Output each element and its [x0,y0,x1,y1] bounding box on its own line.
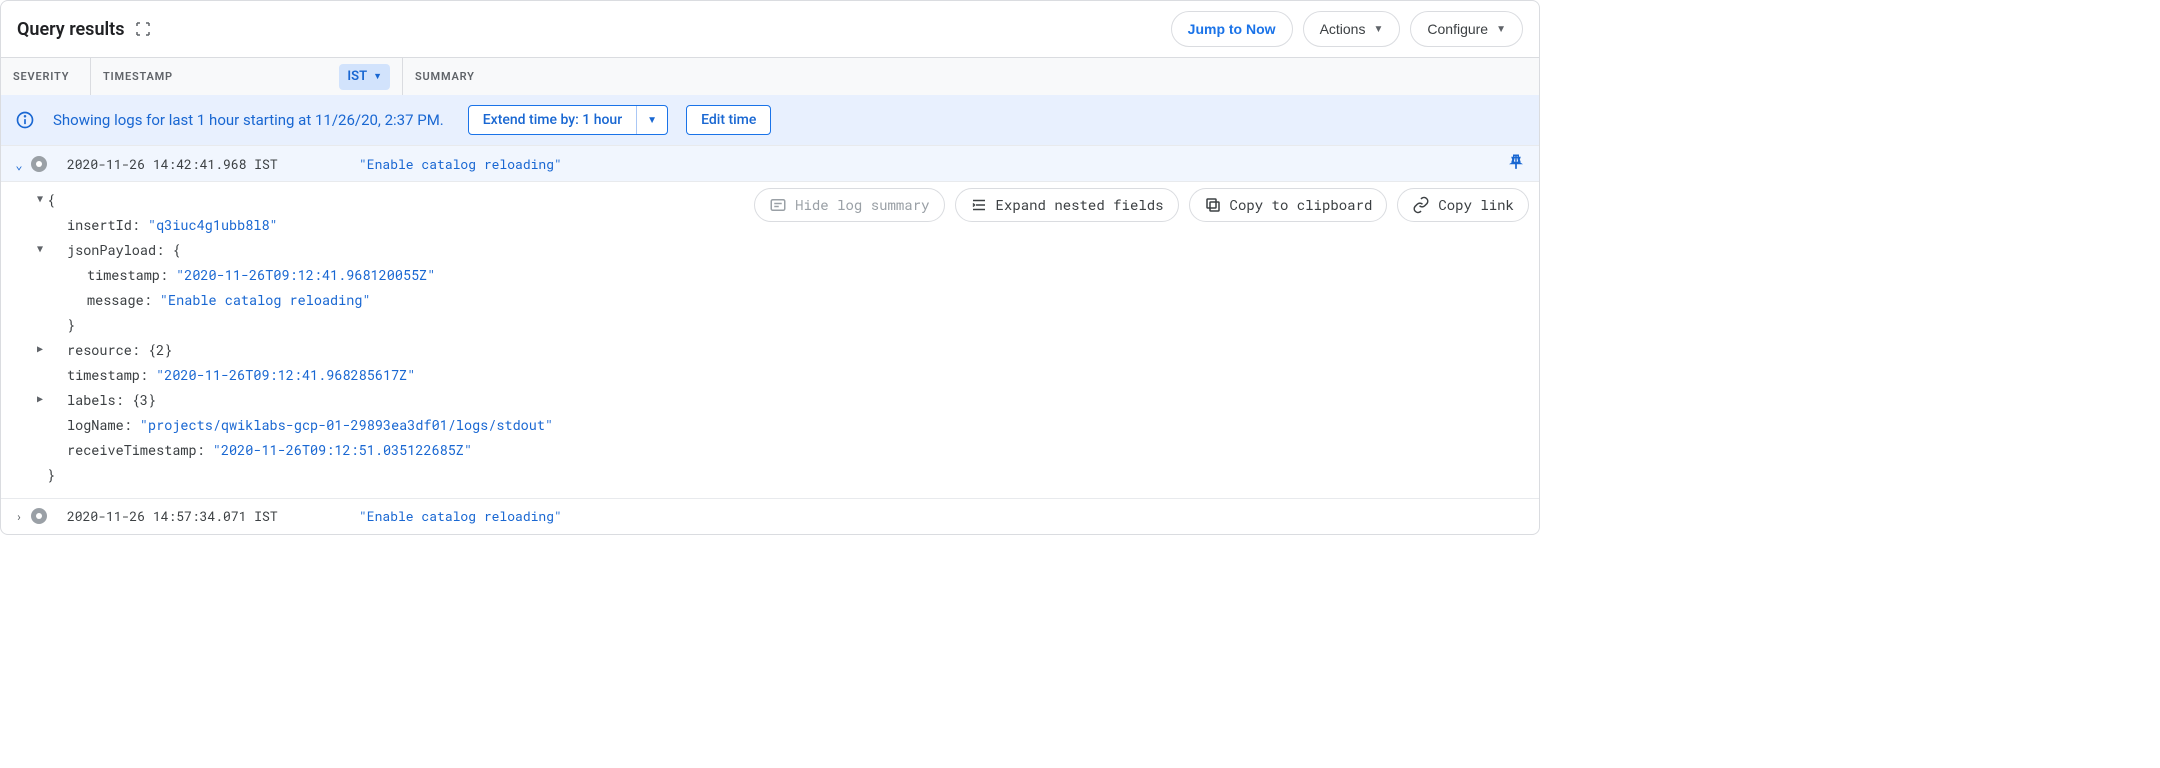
hide-log-summary-button[interactable]: Hide log summary [754,188,944,222]
row-timestamp: 2020-11-26 14:42:41.968 IST [53,155,353,173]
copy-clipboard-button[interactable]: Copy to clipboard [1189,188,1388,222]
json-key: timestamp: [87,266,168,284]
row-summary: "Enable catalog reloading" [353,507,1531,525]
link-icon [1412,196,1430,214]
copy-clipboard-label: Copy to clipboard [1230,192,1373,218]
configure-button[interactable]: Configure ▼ [1410,11,1523,47]
json-caret[interactable]: ▶ [31,388,47,413]
timezone-label: IST [347,69,367,84]
chevron-down-icon[interactable]: ▼ [637,115,667,126]
column-severity: SEVERITY [1,58,91,95]
severity-indicator [31,508,47,524]
copy-link-label: Copy link [1438,192,1514,218]
jump-to-now-label: Jump to Now [1188,21,1276,37]
query-results-panel: Query results Jump to Now Actions ▼ Conf… [0,0,1540,535]
json-key: insertId: [67,216,140,234]
jump-to-now-button[interactable]: Jump to Now [1171,11,1293,47]
summary-icon [769,196,787,214]
chevron-right-icon: › [15,509,22,525]
json-line: ▼ jsonPayload: { [31,238,1531,263]
json-value: "q3iuc4g1ubb8l8" [148,216,278,234]
json-line: message: "Enable catalog reloading" [31,288,1531,313]
hide-log-summary-label: Hide log summary [795,192,929,218]
copy-link-button[interactable]: Copy link [1397,188,1529,222]
json-value: "2020-11-26T09:12:41.968120055Z" [176,266,435,284]
column-timestamp: TIMESTAMP IST ▼ [91,58,403,95]
severity-indicator [31,156,47,172]
expand-nested-label: Expand nested fields [996,192,1164,218]
json-brace: { [47,188,55,213]
chevron-down-icon: ▼ [373,71,382,82]
json-line: timestamp: "2020-11-26T09:12:41.96828561… [31,363,1531,388]
json-value: "2020-11-26T09:12:51.035122685Z" [213,441,472,459]
fullscreen-icon[interactable] [134,20,152,38]
json-count: {3} [132,391,156,409]
row-summary: "Enable catalog reloading" [353,155,1501,173]
configure-label: Configure [1427,21,1488,37]
panel-title: Query results [17,19,124,40]
expand-nested-button[interactable]: Expand nested fields [955,188,1179,222]
json-caret[interactable]: ▼ [31,238,47,263]
json-line: receiveTimestamp: "2020-11-26T09:12:51.0… [31,438,1531,463]
detail-actions: Hide log summary Expand nested fields Co… [754,188,1529,222]
expand-nested-icon [970,196,988,214]
row-expand-toggle[interactable]: ⌄ [9,155,29,173]
json-key: logName: [67,416,132,434]
json-caret[interactable]: ▼ [31,188,47,213]
row-expand-toggle[interactable]: › [9,507,29,525]
actions-label: Actions [1320,21,1366,37]
row-timestamp: 2020-11-26 14:57:34.071 IST [53,507,353,525]
json-line: timestamp: "2020-11-26T09:12:41.96812005… [31,263,1531,288]
json-line: ▶ resource: {2} [31,338,1531,363]
json-key: timestamp: [67,366,148,384]
column-summary: SUMMARY [403,70,1539,83]
info-bar: Showing logs for last 1 hour starting at… [1,95,1539,145]
json-line: logName: "projects/qwiklabs-gcp-01-29893… [31,413,1531,438]
log-row[interactable]: ⌄ 2020-11-26 14:42:41.968 IST "Enable ca… [1,145,1539,181]
edit-time-label: Edit time [687,106,770,134]
actions-button[interactable]: Actions ▼ [1303,11,1401,47]
info-icon [15,110,35,130]
log-detail: Hide log summary Expand nested fields Co… [1,181,1539,498]
extend-time-button[interactable]: Extend time by: 1 hour ▼ [468,105,668,135]
json-brace: } [47,463,55,488]
json-key: jsonPayload: [67,241,164,259]
clipboard-icon [1204,196,1222,214]
chevron-down-icon: ⌄ [15,157,22,173]
edit-time-button[interactable]: Edit time [686,105,771,135]
chevron-down-icon: ▼ [1373,24,1383,35]
json-key: message: [87,291,152,309]
extend-time-label: Extend time by: 1 hour [469,106,637,134]
info-text: Showing logs for last 1 hour starting at… [53,111,444,129]
column-headers: SEVERITY TIMESTAMP IST ▼ SUMMARY [1,57,1539,95]
chevron-down-icon: ▼ [1496,24,1506,35]
json-caret[interactable]: ▶ [31,338,47,363]
json-value: "2020-11-26T09:12:41.968285617Z" [156,366,415,384]
column-timestamp-label: TIMESTAMP [103,70,173,83]
pin-icon[interactable] [1501,153,1531,175]
json-line: } [31,463,1531,488]
json-key: receiveTimestamp: [67,441,205,459]
json-key: resource: [67,341,140,359]
json-line: ▶ labels: {3} [31,388,1531,413]
panel-header: Query results Jump to Now Actions ▼ Conf… [1,1,1539,57]
json-key: labels: [67,391,124,409]
json-brace: } [47,313,75,338]
json-count: {2} [148,341,172,359]
json-value: "Enable catalog reloading" [160,291,371,309]
json-line: } [31,313,1531,338]
json-brace: { [172,241,180,259]
json-value: "projects/qwiklabs-gcp-01-29893ea3df01/l… [140,416,553,434]
timezone-selector[interactable]: IST ▼ [339,64,390,90]
log-row[interactable]: › 2020-11-26 14:57:34.071 IST "Enable ca… [1,498,1539,534]
